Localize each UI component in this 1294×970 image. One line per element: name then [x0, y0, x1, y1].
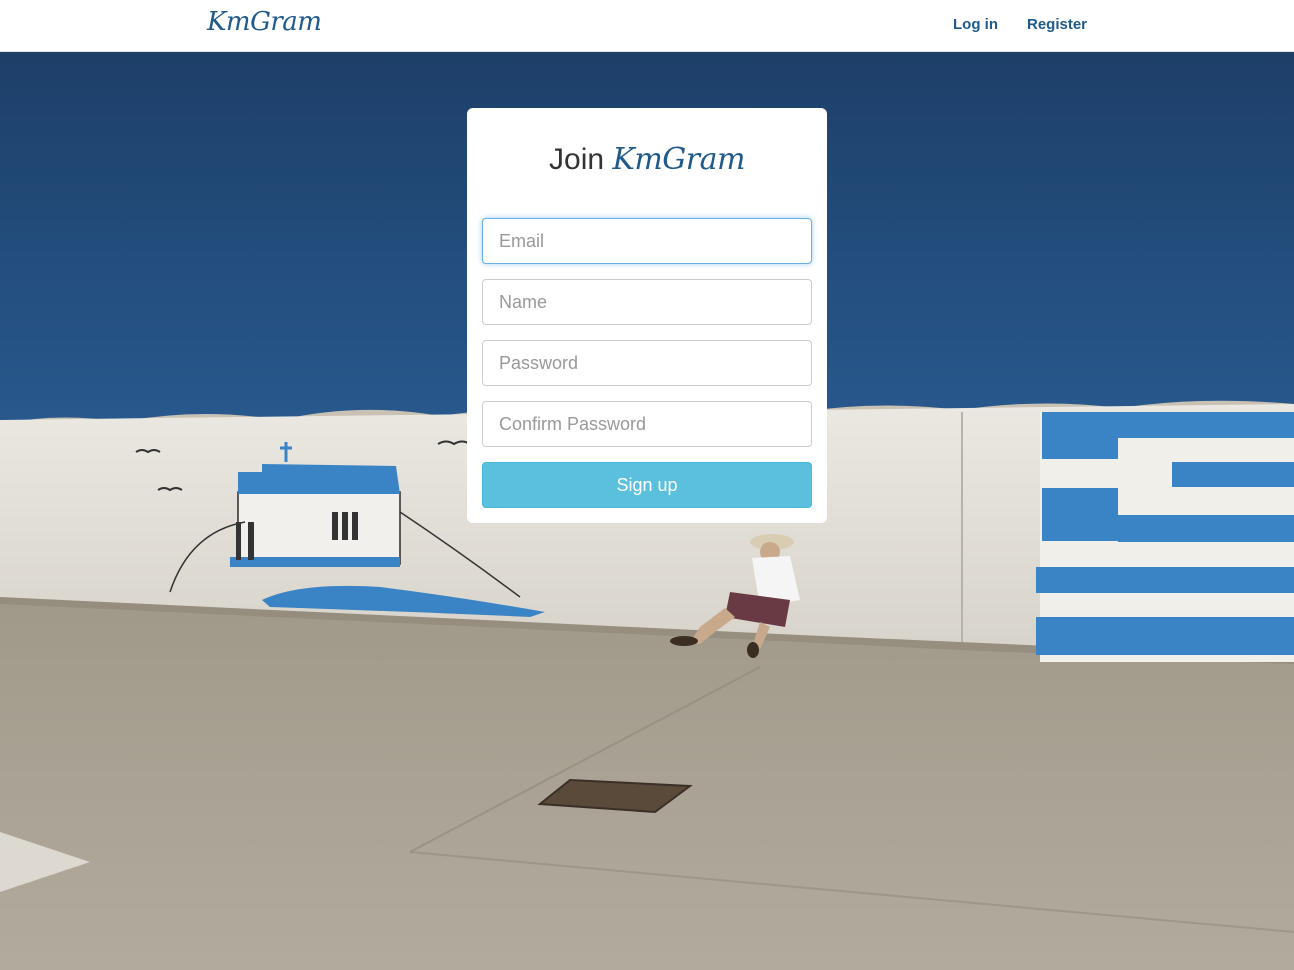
password-field[interactable] [482, 340, 812, 386]
card-title-prefix: Join [549, 143, 605, 176]
card-title: Join KmGram [467, 142, 827, 177]
email-field[interactable] [482, 218, 812, 264]
signup-card: Join KmGram Sign up [467, 108, 827, 523]
nav-login-link[interactable]: Log in [953, 16, 998, 33]
signup-button[interactable]: Sign up [482, 462, 812, 508]
top-navbar: KmGram Log in Register [0, 0, 1294, 52]
name-field[interactable] [482, 279, 812, 325]
nav-register-link[interactable]: Register [1027, 16, 1087, 33]
card-title-brand: KmGram [612, 142, 745, 177]
brand-logo[interactable]: KmGram [207, 7, 322, 37]
confirm-password-field[interactable] [482, 401, 812, 447]
